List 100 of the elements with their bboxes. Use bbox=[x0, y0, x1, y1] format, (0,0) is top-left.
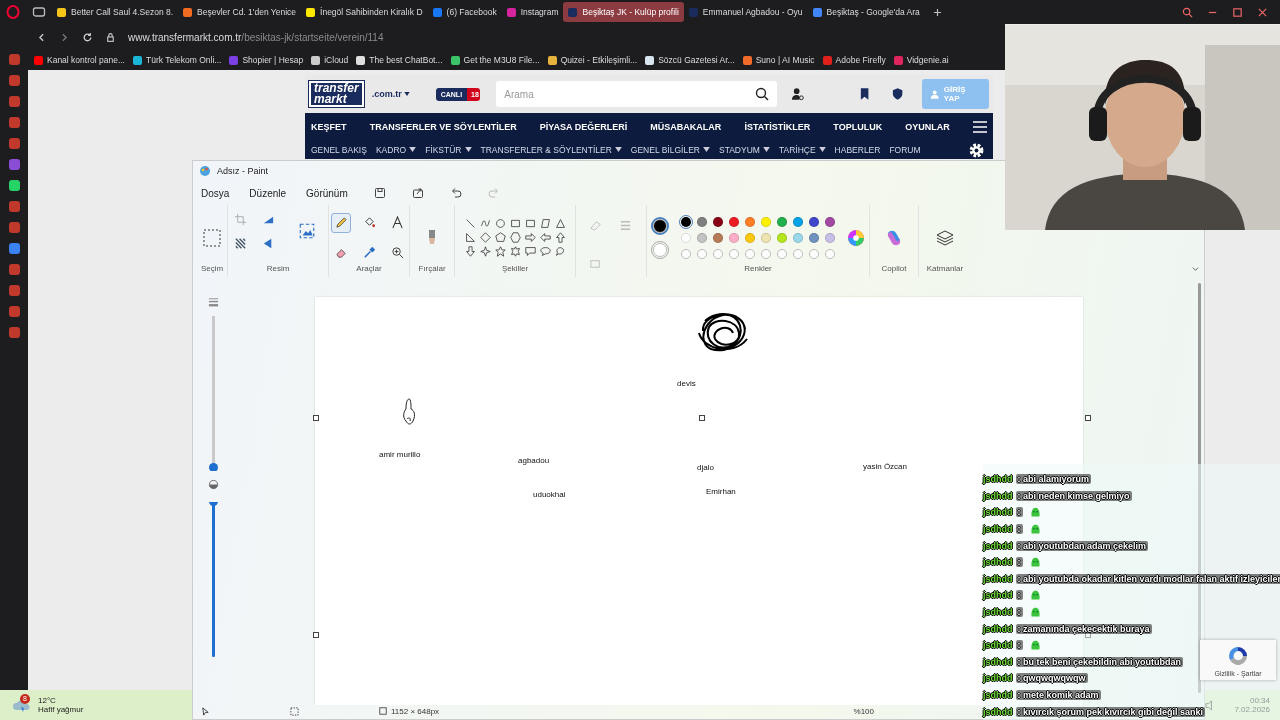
resize-handle[interactable] bbox=[313, 415, 319, 421]
subnav-link[interactable]: GENEL BİLGİLER bbox=[630, 144, 710, 155]
user-search-icon[interactable] bbox=[790, 87, 804, 101]
shape-icon[interactable] bbox=[524, 246, 536, 257]
primary-color[interactable] bbox=[651, 216, 669, 235]
shape-icon[interactable] bbox=[479, 246, 491, 257]
resize-handle[interactable] bbox=[313, 632, 319, 638]
bookmark[interactable]: Türk Telekom Onli... bbox=[133, 55, 222, 65]
subnav-link[interactable]: FORUM bbox=[889, 144, 921, 155]
shape-icon[interactable] bbox=[554, 246, 566, 257]
empty-swatch[interactable] bbox=[713, 248, 723, 259]
bookmark[interactable]: Kanal kontrol pane... bbox=[34, 55, 125, 65]
subnav-link[interactable]: KADRO bbox=[375, 144, 417, 155]
shape-icon[interactable] bbox=[554, 232, 566, 243]
color-swatch[interactable] bbox=[713, 216, 723, 227]
pencil-tool[interactable] bbox=[331, 212, 351, 233]
menu-item[interactable]: Dosya bbox=[201, 187, 230, 199]
empty-swatch[interactable] bbox=[697, 248, 707, 259]
bookmark[interactable]: The best ChatBot... bbox=[356, 55, 443, 65]
shape-icon[interactable] bbox=[494, 232, 506, 243]
empty-swatch[interactable] bbox=[825, 248, 835, 259]
browser-tab[interactable]: Beşiktaş JK - Kulüp profili bbox=[563, 2, 684, 22]
bookmark[interactable]: Vidgenie.ai bbox=[893, 55, 949, 65]
color-swatch[interactable] bbox=[713, 232, 723, 243]
nav-link[interactable]: TOPLULUK bbox=[833, 121, 883, 132]
nav-link[interactable]: İSTATİSTİKLER bbox=[744, 121, 811, 132]
color-swatch[interactable] bbox=[681, 232, 691, 243]
bookmark[interactable]: iCloud bbox=[311, 55, 349, 65]
shape-icon[interactable] bbox=[509, 218, 521, 229]
bookmark[interactable]: Shopier | Hesap bbox=[229, 55, 304, 65]
empty-swatch[interactable] bbox=[809, 248, 819, 259]
shape-icon[interactable] bbox=[539, 218, 551, 229]
shape-icon[interactable] bbox=[479, 232, 491, 243]
new-tab-icon[interactable] bbox=[932, 7, 942, 17]
browser-tab[interactable]: İnegöl Sahibinden Kiralık D bbox=[301, 2, 428, 22]
color-swatch[interactable] bbox=[793, 216, 803, 227]
address-field[interactable]: www.transfermarkt.com.tr/besiktas-jk/startseite/verein/114 bbox=[128, 31, 384, 43]
empty-swatch[interactable] bbox=[729, 248, 739, 259]
color-swatch[interactable] bbox=[729, 232, 739, 243]
browser-tab[interactable]: Beşevler Cd. 1'den Yenice bbox=[178, 2, 302, 22]
maximize-icon[interactable] bbox=[1232, 6, 1243, 18]
subnav-link[interactable]: TRANSFERLER & SÖYLENTİLER bbox=[480, 144, 622, 155]
shape-icon[interactable] bbox=[524, 232, 536, 243]
resize-handle[interactable] bbox=[1085, 632, 1091, 638]
shape-icon[interactable] bbox=[464, 218, 476, 229]
subnav-link[interactable]: STADYUM bbox=[718, 144, 770, 155]
shape-icon[interactable] bbox=[494, 218, 506, 229]
browser-tab[interactable]: Better Call Saul 4.Sezon 8. bbox=[52, 2, 179, 22]
zoom-level[interactable]: %100 bbox=[853, 706, 874, 716]
settings-icon[interactable] bbox=[968, 142, 985, 159]
shape-icon[interactable] bbox=[554, 218, 566, 229]
shape-icon[interactable] bbox=[539, 246, 551, 257]
selection-icon[interactable] bbox=[202, 227, 222, 248]
subnav-link[interactable]: FİKSTÜR bbox=[425, 144, 472, 155]
color-swatch[interactable] bbox=[793, 232, 803, 243]
nav-link[interactable]: OYUNLAR bbox=[905, 121, 950, 132]
shape-icon[interactable] bbox=[509, 246, 521, 257]
color-swatch[interactable] bbox=[745, 232, 755, 243]
bookmark[interactable]: Quizei - Etkileşimli... bbox=[547, 55, 638, 65]
empty-swatch[interactable] bbox=[745, 248, 755, 259]
collapse-icon[interactable] bbox=[1191, 264, 1200, 273]
nav-link[interactable]: TRANSFERLER VE SÖYLENTİLER bbox=[369, 121, 517, 132]
color-swatch[interactable] bbox=[761, 216, 771, 227]
shape-icon[interactable] bbox=[524, 218, 536, 229]
color-swatch[interactable] bbox=[825, 216, 835, 227]
resize-handle[interactable] bbox=[1085, 415, 1091, 421]
color-swatch[interactable] bbox=[809, 216, 819, 227]
shape-icon[interactable] bbox=[464, 246, 476, 257]
browser-tab[interactable]: Emmanuel Agbadou - Oyu bbox=[683, 2, 808, 22]
shape-icon[interactable] bbox=[479, 218, 491, 229]
browser-tab[interactable]: Beşiktaş - Google'da Ara bbox=[807, 2, 925, 22]
image-icon[interactable] bbox=[298, 222, 316, 240]
color-swatch[interactable] bbox=[809, 232, 819, 243]
color-swatch[interactable] bbox=[761, 232, 771, 243]
color-swatch[interactable] bbox=[697, 232, 707, 243]
sidebar-app-icon[interactable] bbox=[8, 243, 20, 254]
domain-selector[interactable]: .com.tr bbox=[371, 89, 410, 99]
save-icon[interactable] bbox=[373, 187, 386, 199]
nav-link[interactable]: MÜSABAKALAR bbox=[650, 121, 722, 132]
shape-icon[interactable] bbox=[494, 246, 506, 257]
workspaces-icon[interactable] bbox=[32, 5, 46, 19]
nav-link[interactable]: KEŞFET bbox=[311, 121, 347, 132]
color-swatch[interactable] bbox=[729, 216, 739, 227]
color-swatch[interactable] bbox=[825, 232, 835, 243]
nav-link[interactable]: PİYASA DEĞERLERİ bbox=[539, 121, 628, 132]
sidebar-app-icon[interactable] bbox=[8, 180, 20, 191]
site-logo[interactable]: transfer markt bbox=[309, 81, 364, 107]
empty-swatch[interactable] bbox=[793, 248, 803, 259]
search-icon[interactable] bbox=[754, 87, 769, 101]
color-swatch[interactable] bbox=[697, 216, 707, 227]
reload-icon[interactable] bbox=[82, 31, 93, 43]
bookmark[interactable]: Adobe Firefly bbox=[822, 55, 886, 65]
subnav-link[interactable]: HABERLER bbox=[834, 144, 881, 155]
empty-swatch[interactable] bbox=[761, 248, 771, 259]
bookmark[interactable]: Sözcü Gazetesi Ar... bbox=[645, 55, 735, 65]
color-wheel-icon[interactable] bbox=[847, 228, 865, 247]
shield-icon[interactable] bbox=[891, 87, 905, 101]
color-swatch[interactable] bbox=[745, 216, 755, 227]
pattern-icon[interactable] bbox=[234, 236, 247, 250]
empty-swatch[interactable] bbox=[681, 248, 691, 259]
